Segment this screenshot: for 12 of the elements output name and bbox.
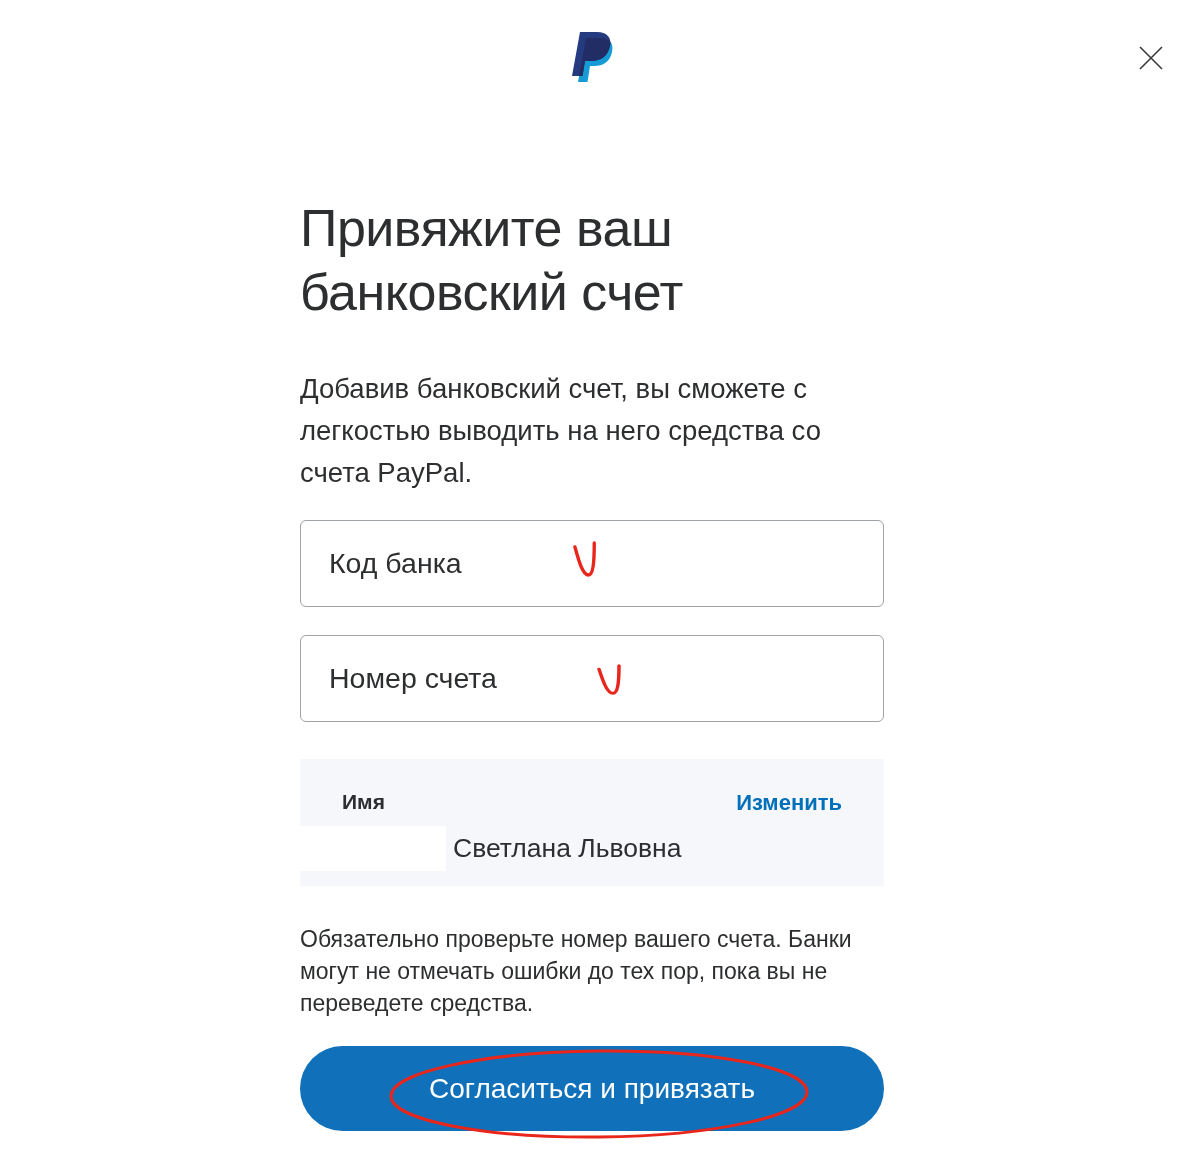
intro-text: Добавив банковский счет, вы сможете с легкостью выводить на него средства со счета PayPal.	[300, 372, 822, 490]
close-icon	[1139, 46, 1163, 70]
p-letter-logo	[570, 32, 614, 82]
close-button[interactable]	[1139, 46, 1163, 70]
notice-text: Обязательно проверьте номер вашего счета. Банки могут не отмечать ошибки до тех пор, пока вы не переведете средства.	[300, 925, 853, 1018]
edit-link[interactable]: Изменить	[736, 785, 842, 819]
name-value: Светлана Львовна	[453, 831, 682, 865]
input-field[interactable]: Код банка	[300, 520, 884, 607]
name-label: Имя	[342, 789, 385, 816]
input-field[interactable]: Номер счета	[300, 635, 884, 722]
page-heading: Привяжите ваш банковский счет	[300, 198, 684, 323]
submit-button[interactable]: Согласиться и привязать	[300, 1046, 884, 1131]
